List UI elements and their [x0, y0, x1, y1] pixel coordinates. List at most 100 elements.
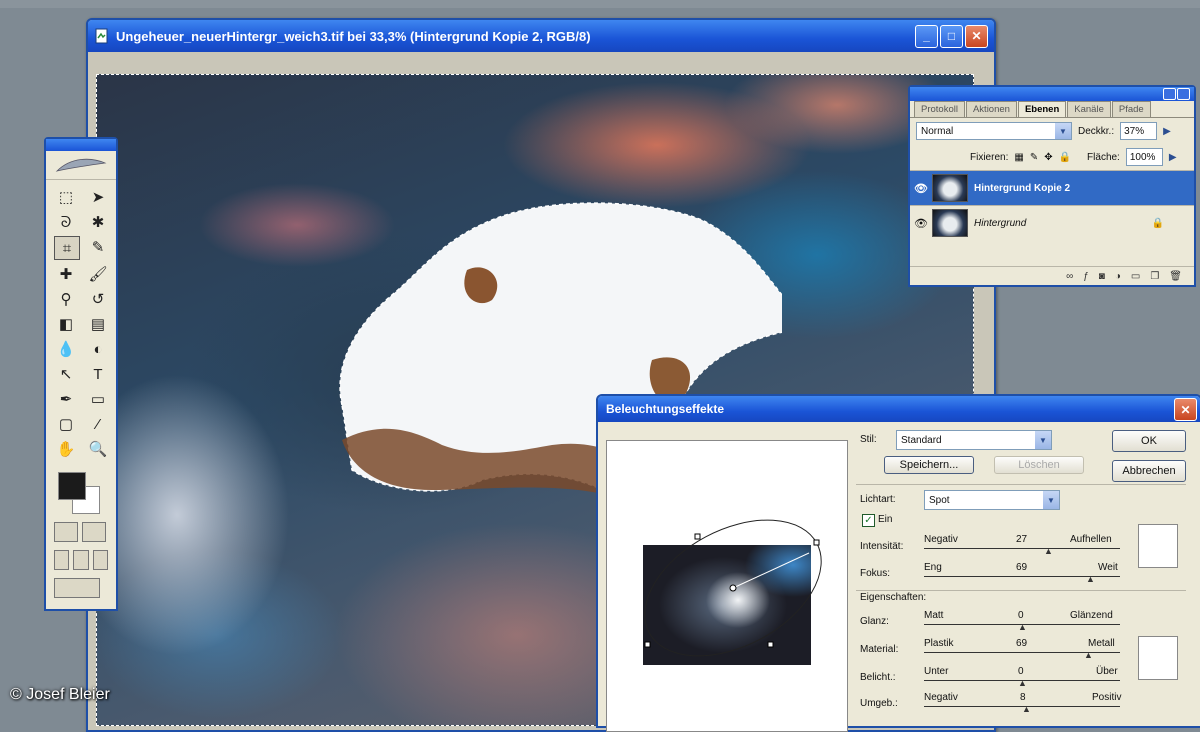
magic-wand-icon[interactable]: ✱ — [86, 211, 110, 233]
adjustment-layer-icon[interactable]: ◑ — [1115, 271, 1121, 282]
move-icon[interactable]: ➤ — [86, 186, 110, 208]
screen-mode-button-2[interactable] — [73, 550, 89, 570]
screen-mode-button-1[interactable] — [54, 550, 70, 570]
lock-paint-icon[interactable]: ✎ — [1030, 152, 1038, 163]
history-brush-icon[interactable]: ↺ — [86, 288, 110, 310]
light-on-checkbox[interactable]: ✓ — [862, 514, 875, 527]
delete-button[interactable]: Löschen — [994, 456, 1084, 474]
save-button[interactable]: Speichern... — [884, 456, 974, 474]
lighting-effects-dialog: Beleuchtungseffekte ✕ Stil: Standard ▼ S… — [596, 394, 1200, 732]
focus-slider-thumb[interactable]: ▲ — [1086, 574, 1095, 584]
separator — [856, 590, 1186, 591]
palette-tabs: Protokoll Aktionen Ebenen Kanäle Pfade — [910, 101, 1194, 118]
zoom-icon[interactable]: 🔍 — [86, 438, 110, 460]
palette-minimize-button[interactable] — [1163, 88, 1176, 100]
minimize-button[interactable]: _ — [915, 24, 938, 48]
layer-row[interactable]: 👁 Hintergrund Kopie 2 — [910, 170, 1194, 205]
marquee-icon[interactable]: ⬚ — [54, 186, 78, 208]
tab-pfade[interactable]: Pfade — [1111, 101, 1151, 117]
document-titlebar[interactable]: Ungeheuer_neuerHintergr_weich3.tif bei 3… — [88, 20, 994, 52]
intensity-slider-track[interactable] — [924, 548, 1120, 549]
gloss-slider-thumb[interactable]: ▲ — [1018, 622, 1027, 632]
gradient-icon[interactable]: ▤ — [86, 313, 110, 335]
tab-aktionen[interactable]: Aktionen — [965, 101, 1017, 117]
intensity-slider-thumb[interactable]: ▲ — [1044, 546, 1053, 556]
lock-all-icon[interactable]: 🔒 — [1059, 152, 1071, 163]
lasso-icon[interactable]: ᘐ — [54, 211, 78, 233]
light-type-select[interactable]: Spot ▼ — [924, 490, 1060, 510]
light-color-box[interactable] — [1138, 524, 1178, 568]
style-select[interactable]: Standard ▼ — [896, 430, 1052, 450]
notes-icon[interactable]: ▢ — [54, 413, 78, 435]
copyright-watermark: © Josef Bleier — [10, 686, 110, 703]
material-slider-thumb[interactable]: ▲ — [1084, 650, 1093, 660]
ambience-slider-thumb[interactable]: ▲ — [1022, 704, 1031, 714]
blur-icon[interactable]: 💧 — [54, 338, 78, 360]
fill-field[interactable]: 100% — [1125, 148, 1163, 166]
maximize-button[interactable]: □ — [940, 24, 963, 48]
link-icon[interactable]: ∞ — [1066, 271, 1073, 282]
exposure-slider-thumb[interactable]: ▲ — [1018, 678, 1027, 688]
tab-ebenen[interactable]: Ebenen — [1017, 101, 1067, 117]
slider-label: Glanz: — [860, 616, 889, 627]
slider-max-label: Aufhellen — [1070, 534, 1112, 545]
pen-icon[interactable]: ✒ — [54, 388, 78, 410]
mask-mode-row — [46, 518, 116, 546]
lighting-preview[interactable] — [606, 440, 848, 732]
light-ellipse[interactable] — [607, 441, 847, 731]
layer-style-icon[interactable]: ƒ — [1083, 271, 1089, 282]
toolbox-titlebar[interactable] — [46, 139, 116, 151]
brush-icon[interactable]: 🖌 — [86, 263, 110, 285]
type-icon[interactable]: T — [86, 363, 110, 385]
chevron-down-icon: ▼ — [1035, 431, 1051, 449]
slider-value: 0 — [1018, 610, 1024, 621]
blend-mode-select[interactable]: Normal ▼ — [916, 122, 1072, 140]
eye-icon[interactable]: 👁 — [910, 182, 932, 195]
separator — [856, 484, 1186, 485]
path-select-icon[interactable]: ↖ — [54, 363, 78, 385]
fill-arrow-icon[interactable]: ▶ — [1169, 152, 1177, 163]
stamp-icon[interactable]: ⚲ — [54, 288, 78, 310]
layer-row[interactable]: 👁 Hintergrund 🔒 — [910, 205, 1194, 240]
screen-mode-button-3[interactable] — [92, 550, 108, 570]
ok-button[interactable]: OK — [1112, 430, 1186, 452]
light-type-label: Lichtart: — [860, 494, 896, 505]
tab-kanaele[interactable]: Kanäle — [1067, 101, 1111, 117]
slider-value: 27 — [1016, 534, 1028, 545]
foreground-color-swatch[interactable] — [58, 472, 86, 500]
slider-max-label: Glänzend — [1070, 610, 1113, 621]
standard-mode-button[interactable] — [54, 522, 78, 542]
tab-protokoll[interactable]: Protokoll — [914, 101, 965, 117]
jump-to-imageready-button[interactable] — [54, 578, 100, 598]
new-layer-icon[interactable]: ❐ — [1150, 271, 1159, 282]
color-swatches — [46, 466, 116, 518]
close-button[interactable]: ✕ — [965, 24, 988, 48]
dodge-icon[interactable]: ◐ — [86, 338, 110, 360]
trash-icon[interactable]: 🗑 — [1169, 271, 1182, 282]
quickmask-mode-button[interactable] — [82, 522, 106, 542]
opacity-arrow-icon[interactable]: ▶ — [1163, 126, 1171, 137]
opacity-field[interactable]: 37% — [1120, 122, 1158, 140]
crop-icon[interactable]: ⌗ — [54, 236, 80, 260]
eye-icon[interactable]: 👁 — [910, 217, 932, 230]
palette-close-button[interactable] — [1177, 88, 1190, 100]
slider-value: 8 — [1020, 692, 1026, 703]
ambient-color-box[interactable] — [1138, 636, 1178, 680]
slice-icon[interactable]: ✎ — [86, 236, 110, 258]
lock-transparency-icon[interactable]: ▦ — [1014, 152, 1023, 163]
eyedropper-icon[interactable]: ⁄ — [86, 413, 110, 435]
slider-label: Material: — [860, 644, 899, 655]
dialog-close-button[interactable]: ✕ — [1174, 398, 1197, 421]
cancel-button[interactable]: Abbrechen — [1112, 460, 1186, 482]
lock-move-icon[interactable]: ✥ — [1044, 152, 1052, 163]
hand-icon[interactable]: ✋ — [54, 438, 78, 460]
healing-icon[interactable]: ✚ — [54, 263, 78, 285]
eraser-icon[interactable]: ◧ — [54, 313, 78, 335]
layers-titlebar[interactable] — [910, 87, 1194, 101]
screen-mode-row — [46, 546, 116, 574]
slider-min-label: Negativ — [924, 692, 958, 703]
mask-icon[interactable]: ◙ — [1099, 271, 1105, 282]
shape-icon[interactable]: ▭ — [86, 388, 110, 410]
dialog-titlebar[interactable]: Beleuchtungseffekte ✕ — [598, 396, 1200, 422]
new-group-icon[interactable]: ▭ — [1131, 271, 1140, 282]
